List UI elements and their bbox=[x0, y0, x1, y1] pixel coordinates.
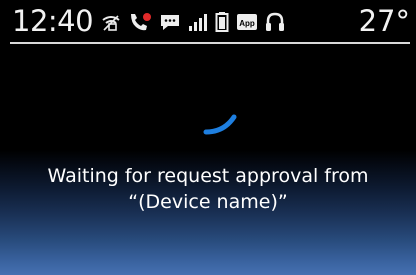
app-icon: App bbox=[237, 14, 257, 30]
headset-icon bbox=[266, 12, 284, 31]
message-icon bbox=[161, 15, 179, 30]
signal-bars-icon bbox=[189, 14, 207, 31]
missed-call-icon bbox=[131, 13, 151, 31]
status-icons: App bbox=[101, 10, 292, 34]
app-icon-label: App bbox=[239, 19, 255, 28]
device-name-placeholder: “(Device name)” bbox=[128, 191, 288, 213]
screen: 12:40 App 27° Waiting for request approv… bbox=[0, 0, 416, 275]
status-bar: 12:40 App 27° bbox=[0, 0, 416, 44]
clock: 12:40 bbox=[12, 4, 94, 38]
wifi-off-icon bbox=[102, 15, 120, 31]
status-bar-divider bbox=[10, 42, 410, 44]
loading-spinner-icon bbox=[203, 114, 237, 135]
waiting-message: Waiting for request approval from “(Devi… bbox=[0, 163, 416, 215]
waiting-message-line1: Waiting for request approval from bbox=[47, 165, 369, 187]
temperature: 27° bbox=[358, 4, 410, 38]
battery-icon bbox=[215, 12, 229, 32]
